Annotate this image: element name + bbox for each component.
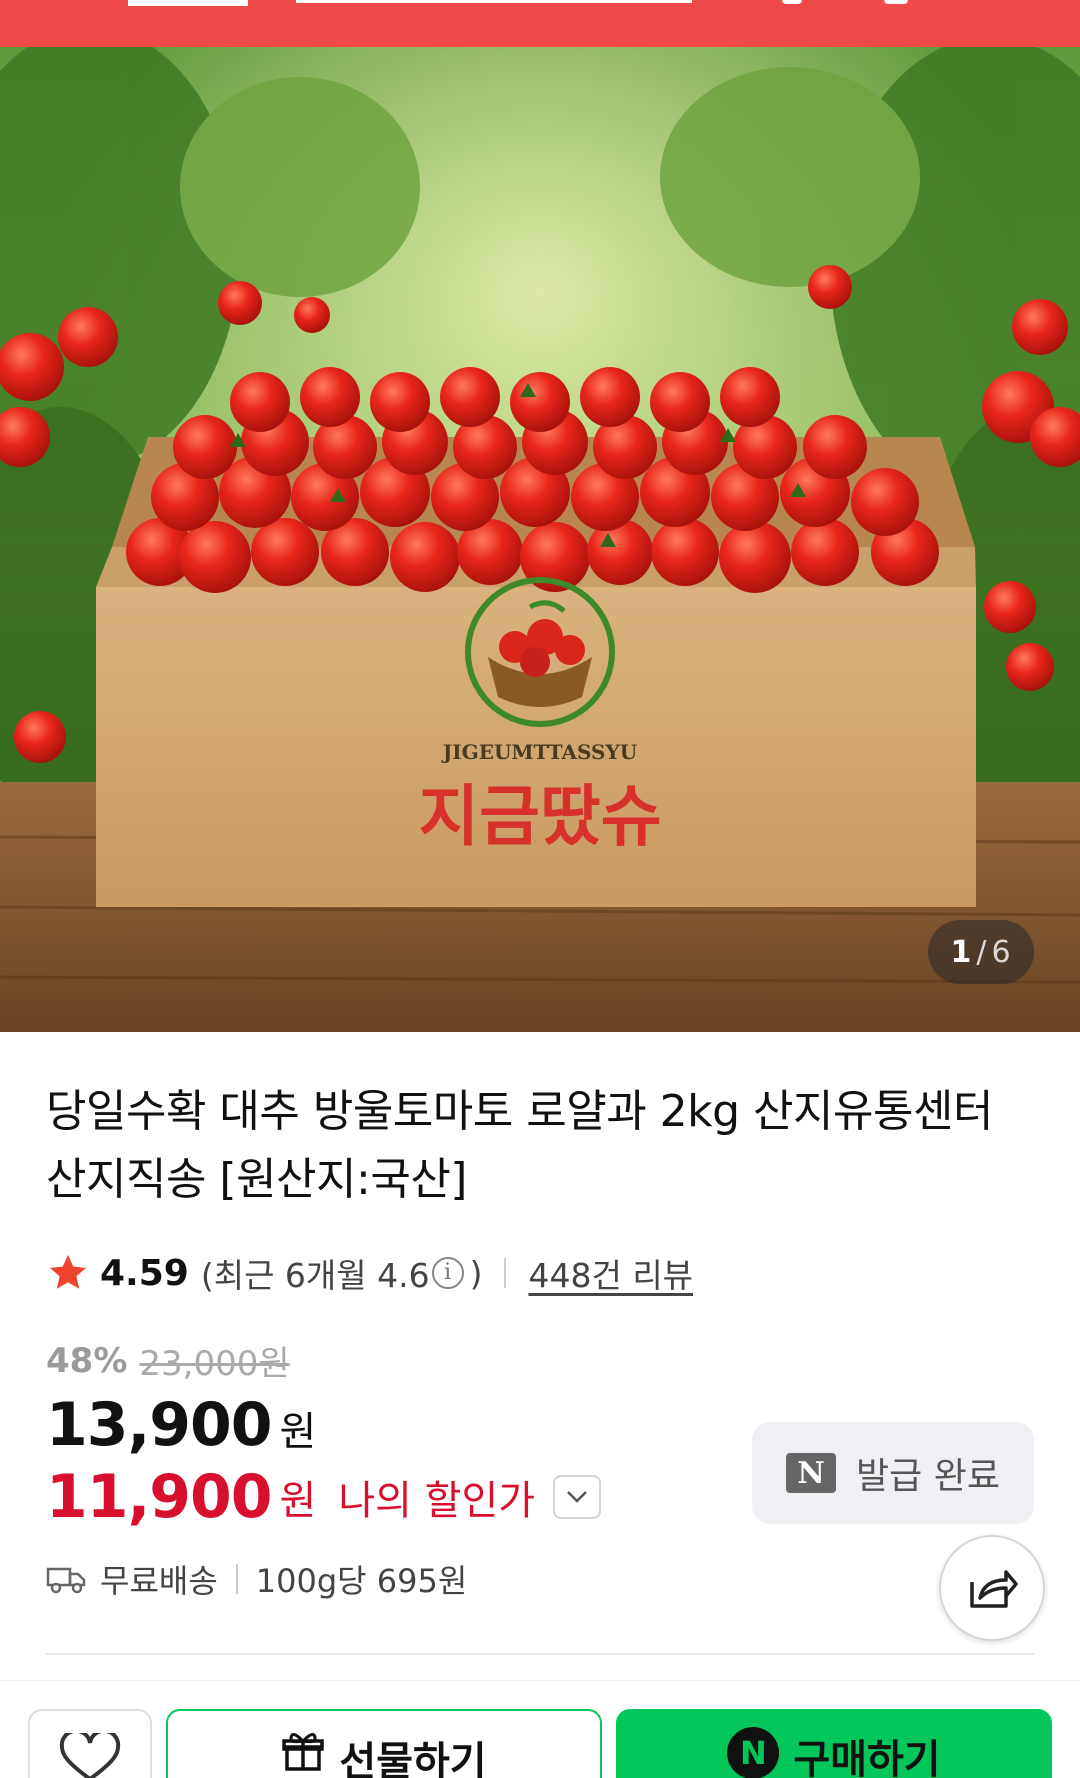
truck-icon xyxy=(46,1567,86,1594)
naver-n-icon: N xyxy=(786,1453,837,1493)
my-price-unit: 원 xyxy=(279,1478,317,1524)
review-count-link[interactable]: 448건 리뷰 xyxy=(528,1249,693,1297)
heart-icon xyxy=(59,1733,121,1778)
star-icon xyxy=(50,1255,86,1289)
header-icon-fragment[interactable] xyxy=(782,0,802,4)
divider xyxy=(504,1258,507,1288)
product-title-line: 당일수확 대추 방울토마토 로얄과 2kg 산지유통센터 xyxy=(46,1086,993,1137)
gift-button[interactable]: 선물하기 xyxy=(166,1709,602,1778)
top-header xyxy=(0,0,1080,47)
recent-rating-close: ) xyxy=(469,1253,483,1293)
product-image[interactable]: JIGEUMTTASSYU 지금땄슈 xyxy=(0,47,1080,1032)
header-search-fragment[interactable] xyxy=(296,0,692,3)
unit-price: 100g당 695원 xyxy=(255,1562,468,1600)
header-logo-fragment[interactable] xyxy=(128,0,248,6)
discount-row: 48% 23,000원 xyxy=(46,1336,290,1385)
wishlist-button[interactable] xyxy=(28,1709,152,1778)
gift-label: 선물하기 xyxy=(339,1739,487,1778)
box-brand-korean: 지금땄슈 xyxy=(419,778,662,855)
chevron-down-icon xyxy=(567,1491,587,1503)
image-counter: 1 / 6 xyxy=(928,920,1034,984)
image-index-total: 6 xyxy=(991,934,1012,970)
coupon-issued-button[interactable]: N 발급 완료 xyxy=(752,1422,1034,1524)
sale-price: 13,900 xyxy=(46,1390,273,1460)
divider xyxy=(235,1564,238,1594)
buy-button[interactable]: N 구매하기 xyxy=(616,1709,1052,1778)
buy-label: 구매하기 xyxy=(793,1737,941,1778)
product-title-line: 산지직송 [원산지:국산] xyxy=(46,1154,467,1205)
sale-price-row: 13,900 원 xyxy=(46,1390,316,1460)
shipping-row: 무료배송 100g당 695원 xyxy=(46,1556,467,1602)
section-divider xyxy=(46,1653,1034,1655)
image-index-separator: / xyxy=(976,934,988,970)
rating-value: 4.59 xyxy=(100,1252,189,1294)
share-icon xyxy=(970,1570,1018,1608)
share-button[interactable] xyxy=(939,1535,1045,1641)
naver-pay-icon: N xyxy=(727,1727,780,1778)
product-photo: JIGEUMTTASSYU 지금땄슈 xyxy=(0,47,1080,1032)
header-icon-fragment[interactable] xyxy=(884,0,908,4)
discount-rate: 48% xyxy=(46,1340,128,1381)
original-price: 23,000원 xyxy=(139,1344,290,1384)
rating-row: 4.59 (최근 6개월 4.6 i ) 448건 리뷰 xyxy=(46,1248,693,1298)
my-price-row: 11,900 원 나의 할인가 xyxy=(46,1462,602,1532)
gift-icon xyxy=(282,1733,325,1771)
my-price-label: 나의 할인가 xyxy=(338,1478,536,1524)
shipping-label: 무료배송 xyxy=(100,1562,218,1600)
box-brand-roman: JIGEUMTTASSYU xyxy=(441,740,637,764)
coupon-label: 발급 완료 xyxy=(856,1456,1000,1497)
bottom-action-bar: 선물하기 N 구매하기 xyxy=(0,1680,1080,1778)
info-icon[interactable]: i xyxy=(431,1257,464,1289)
recent-rating: (최근 6개월 4.6 xyxy=(200,1256,430,1295)
my-price-toggle[interactable] xyxy=(553,1475,602,1519)
image-index-current: 1 xyxy=(950,934,973,970)
sale-price-unit: 원 xyxy=(279,1409,317,1455)
my-price: 11,900 xyxy=(46,1462,273,1532)
product-title: 당일수확 대추 방울토마토 로얄과 2kg 산지유통센터 산지직송 [원산지:국… xyxy=(46,1078,1036,1214)
